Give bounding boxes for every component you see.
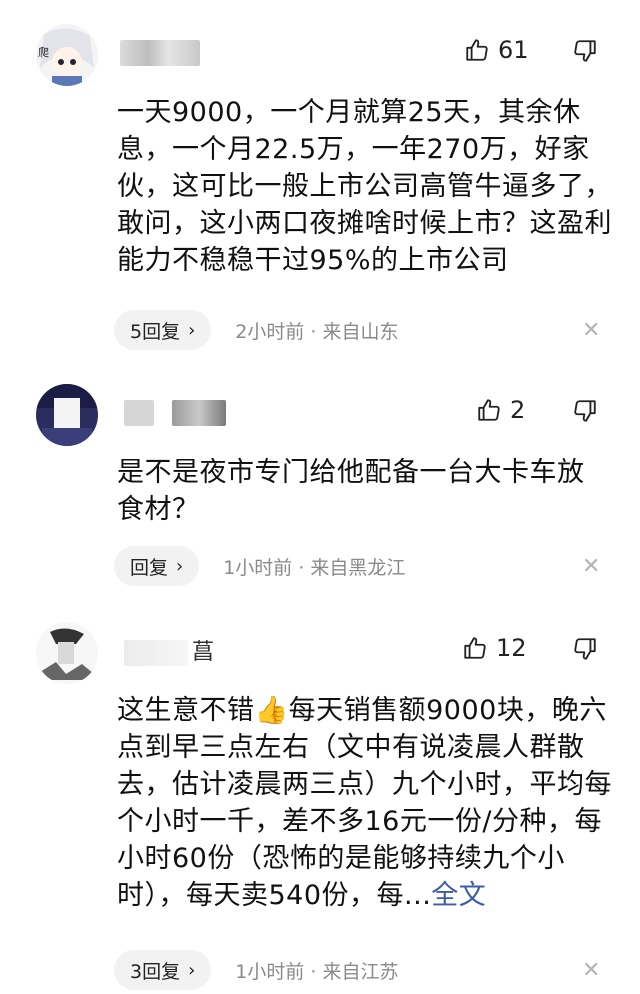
username-fragment[interactable]: 菖	[192, 634, 214, 666]
reply-button[interactable]: 回复 ›	[114, 546, 200, 586]
like-count: 2	[510, 396, 526, 424]
comment-meta: 回复 › 1小时前 · 来自黑龙江	[114, 546, 405, 586]
comment-meta: 3回复 › 1小时前 · 来自江苏	[114, 950, 399, 990]
chevron-right-icon: ›	[188, 959, 196, 981]
reply-label: 回复	[130, 556, 169, 579]
dislike-button[interactable]	[572, 636, 598, 662]
thumbs-down-icon	[572, 636, 598, 662]
time-location: 1小时前 · 来自江苏	[235, 960, 399, 983]
comment-body: 这生意不错👍每天销售额9000块，晚六点到早三点左右（文中有说凌晨人群散去，估计…	[117, 695, 612, 911]
reply-label: 3回复	[130, 960, 181, 983]
dislike-button[interactable]	[572, 398, 598, 424]
thumbs-up-icon	[476, 397, 502, 423]
thumbs-up-icon	[462, 635, 488, 661]
like-count: 12	[496, 634, 527, 662]
close-icon[interactable]: ✕	[582, 958, 600, 983]
avatar[interactable]: 爬	[36, 24, 98, 86]
avatar-label: 爬	[38, 46, 49, 59]
time-location: 1小时前 · 来自黑龙江	[223, 556, 406, 579]
like-button[interactable]: 12	[462, 634, 527, 662]
dislike-button[interactable]	[572, 38, 598, 64]
close-icon[interactable]: ✕	[582, 318, 600, 343]
reply-button[interactable]: 5回复 ›	[114, 310, 212, 350]
chevron-right-icon: ›	[176, 555, 184, 577]
chevron-right-icon: ›	[188, 319, 196, 341]
username-blurred[interactable]	[124, 640, 188, 666]
like-button[interactable]: 2	[476, 396, 525, 424]
username-blurred[interactable]	[172, 400, 226, 426]
expand-full-text-link[interactable]: 全文	[431, 880, 486, 911]
like-button[interactable]: 61	[464, 36, 529, 64]
reply-button[interactable]: 3回复 ›	[114, 950, 212, 990]
time-location: 2小时前 · 来自山东	[235, 320, 399, 343]
thumbs-down-icon	[572, 398, 598, 424]
username-blurred[interactable]	[124, 400, 154, 426]
comment-text: 这生意不错👍每天销售额9000块，晚六点到早三点左右（文中有说凌晨人群散去，估计…	[117, 692, 612, 914]
username-blurred[interactable]	[120, 40, 200, 66]
avatar[interactable]	[36, 384, 98, 446]
like-count: 61	[498, 36, 529, 64]
comment-text: 一天9000，一个月就算25天，其余休息，一个月22.5万，一年270万，好家伙…	[117, 97, 612, 276]
close-icon[interactable]: ✕	[582, 554, 600, 579]
reply-label: 5回复	[130, 320, 181, 343]
comment-text: 是不是夜市专门给他配备一台大卡车放食材？	[117, 457, 585, 525]
comment-meta: 5回复 › 2小时前 · 来自山东	[114, 310, 399, 350]
thumbs-down-icon	[572, 38, 598, 64]
avatar[interactable]	[36, 622, 98, 684]
thumbs-up-icon	[464, 37, 490, 63]
